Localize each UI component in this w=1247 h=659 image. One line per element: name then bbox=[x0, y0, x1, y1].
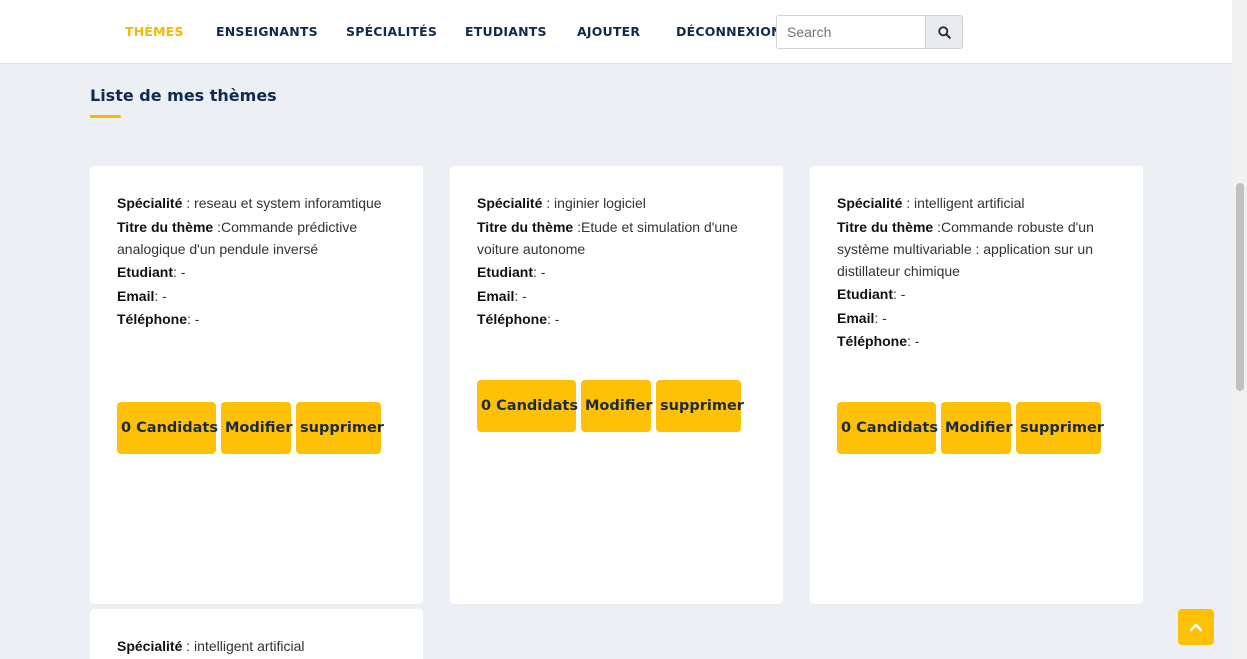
specialite-label: Spécialité bbox=[837, 195, 903, 211]
nav-item-etudiants[interactable]: ETUDIANTS bbox=[465, 24, 547, 39]
nav-item-enseignants[interactable]: ENSEIGNANTS bbox=[216, 24, 318, 39]
card-actions: 0 Candidats Modifier supprimer bbox=[837, 402, 1104, 454]
candidats-button[interactable]: 0 Candidats bbox=[117, 402, 218, 454]
etudiant-label: Etudiant bbox=[117, 264, 173, 280]
supprimer-button[interactable]: supprimer bbox=[1016, 402, 1104, 454]
theme-card: Spécialité : intelligent artificial bbox=[90, 609, 423, 659]
specialite-label: Spécialité bbox=[477, 195, 543, 211]
modifier-button[interactable]: Modifier bbox=[941, 402, 1012, 454]
nav-item-specialites[interactable]: SPÉCIALITÉS bbox=[346, 24, 437, 39]
etudiant-value: : - bbox=[173, 264, 186, 280]
nav-item-themes[interactable]: THÈMES bbox=[125, 24, 184, 39]
modifier-button[interactable]: Modifier bbox=[221, 402, 292, 454]
telephone-label: Téléphone bbox=[117, 311, 188, 327]
search-button[interactable] bbox=[925, 15, 963, 49]
telephone-label: Téléphone bbox=[477, 311, 548, 327]
titre-label: Titre du thème bbox=[117, 218, 214, 235]
email-label: Email bbox=[117, 287, 155, 304]
card-details: Spécialité : intelligent artificial bbox=[117, 635, 401, 659]
chevron-up-icon bbox=[1189, 623, 1203, 632]
etudiant-label: Etudiant bbox=[477, 264, 533, 280]
card-email: Email: - bbox=[117, 285, 401, 307]
card-etudiant: Etudiant: - bbox=[837, 283, 1121, 305]
page-title: Liste de mes thèmes bbox=[90, 86, 277, 105]
card-titre: Titre du thème :Etude et simulation d'un… bbox=[477, 216, 761, 260]
card-specialite: Spécialité : intelligent artificial bbox=[117, 635, 401, 657]
nav-item-ajouter[interactable]: AJOUTER bbox=[577, 24, 640, 39]
card-details: Spécialité : reseau et system inforamtiq… bbox=[117, 192, 401, 332]
card-specialite: Spécialité : reseau et system inforamtiq… bbox=[117, 192, 401, 214]
card-email: Email: - bbox=[477, 285, 761, 307]
card-titre: Titre du thème :Commande robuste d'un sy… bbox=[837, 216, 1121, 282]
search-input[interactable] bbox=[776, 15, 926, 49]
card-specialite: Spécialité : intelligent artificial bbox=[837, 192, 1121, 214]
telephone-label: Téléphone bbox=[837, 333, 908, 349]
email-label: Email bbox=[477, 287, 515, 304]
theme-card: Spécialité : reseau et system inforamtiq… bbox=[90, 166, 423, 604]
email-label: Email bbox=[837, 309, 875, 326]
card-telephone: Téléphone: - bbox=[477, 308, 761, 330]
supprimer-button[interactable]: supprimer bbox=[296, 402, 384, 454]
card-telephone: Téléphone: - bbox=[837, 330, 1121, 352]
etudiant-value: : - bbox=[533, 264, 546, 280]
specialite-value: : inginier logiciel bbox=[542, 195, 646, 211]
scrollbar-thumb[interactable] bbox=[1236, 183, 1244, 391]
theme-card: Spécialité : intelligent artificial Titr… bbox=[810, 166, 1143, 604]
specialite-label: Spécialité bbox=[117, 638, 183, 654]
candidats-button[interactable]: 0 Candidats bbox=[837, 402, 938, 454]
card-titre: Titre du thème :Commande prédictive anal… bbox=[117, 216, 401, 260]
etudiant-label: Etudiant bbox=[837, 286, 893, 302]
email-value: : - bbox=[874, 309, 887, 326]
card-details: Spécialité : inginier logiciel Titre du … bbox=[477, 192, 761, 332]
card-etudiant: Etudiant: - bbox=[117, 261, 401, 283]
back-to-top-button[interactable] bbox=[1178, 609, 1214, 645]
card-etudiant: Etudiant: - bbox=[477, 261, 761, 283]
card-details: Spécialité : intelligent artificial Titr… bbox=[837, 192, 1121, 354]
title-underline bbox=[90, 115, 121, 118]
supprimer-button[interactable]: supprimer bbox=[656, 380, 744, 432]
specialite-value: : reseau et system inforamtique bbox=[182, 195, 382, 211]
top-navbar: THÈMES ENSEIGNANTS SPÉCIALITÉS ETUDIANTS… bbox=[0, 0, 1232, 64]
titre-label: Titre du thème bbox=[837, 218, 934, 235]
specialite-value: : intelligent artificial bbox=[902, 195, 1025, 211]
modifier-button[interactable]: Modifier bbox=[581, 380, 652, 432]
telephone-value: : - bbox=[187, 311, 200, 327]
candidats-button[interactable]: 0 Candidats bbox=[477, 380, 578, 432]
nav-item-deconnexion[interactable]: DÉCONNEXION bbox=[676, 24, 782, 39]
etudiant-value: : - bbox=[893, 286, 906, 302]
titre-label: Titre du thème bbox=[477, 218, 574, 235]
card-specialite: Spécialité : inginier logiciel bbox=[477, 192, 761, 214]
search-icon bbox=[937, 25, 951, 39]
specialite-value: : intelligent artificial bbox=[182, 638, 305, 654]
telephone-value: : - bbox=[547, 311, 560, 327]
email-value: : - bbox=[514, 287, 527, 304]
card-actions: 0 Candidats Modifier supprimer bbox=[117, 402, 384, 454]
card-email: Email: - bbox=[837, 307, 1121, 329]
telephone-value: : - bbox=[907, 333, 920, 349]
email-value: : - bbox=[154, 287, 167, 304]
card-actions: 0 Candidats Modifier supprimer bbox=[477, 380, 744, 432]
card-telephone: Téléphone: - bbox=[117, 308, 401, 330]
specialite-label: Spécialité bbox=[117, 195, 183, 211]
theme-card: Spécialité : inginier logiciel Titre du … bbox=[450, 166, 783, 604]
